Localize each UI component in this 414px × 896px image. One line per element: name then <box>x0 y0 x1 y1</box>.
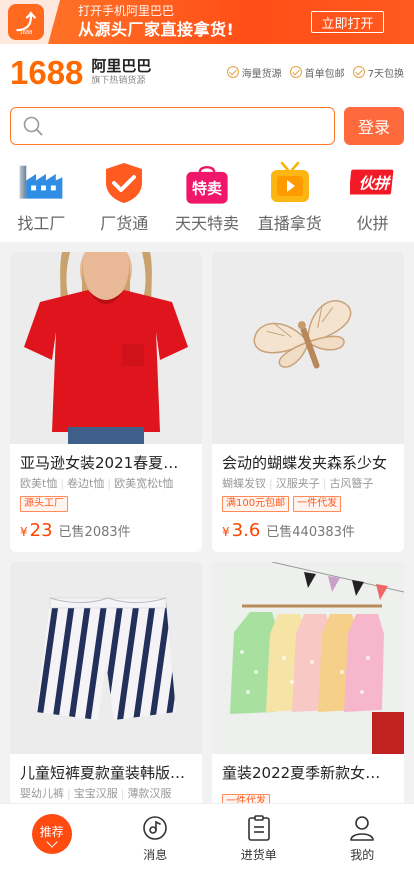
tab-messages[interactable]: 消息 <box>104 804 208 896</box>
sold-count: 已售2083件 <box>58 525 131 540</box>
tab-purchase-list[interactable]: 进货单 <box>207 804 311 896</box>
category-label: 直播拿货 <box>257 214 322 233</box>
badge: 源头工厂 <box>20 496 68 512</box>
product-card[interactable]: 会动的蝴蝶发夹森系少女 蝴蝶发钗汉服夹子古风簪子 满100元包邮 一件代发 ¥ … <box>212 252 404 552</box>
category-nav: 找工厂 厂货通 特卖 天天特卖 直播拿货 伙拼 伙拼 <box>0 152 414 242</box>
category-live[interactable]: 直播拿货 <box>248 160 331 242</box>
feature-item: 7天包换 <box>352 65 404 80</box>
category-label: 厂货通 <box>100 214 149 233</box>
bottom-tab-bar: 推荐 消息 进货单 我的 <box>0 803 414 896</box>
brand-logo[interactable]: 1688 <box>10 56 83 89</box>
shield-check-icon <box>101 160 147 206</box>
shopping-bag-icon: 特卖 <box>184 160 230 206</box>
tab-recommend[interactable]: 推荐 <box>0 804 104 896</box>
category-label: 伙拼 <box>356 214 389 233</box>
tab-label: 消息 <box>143 848 168 862</box>
product-image[interactable] <box>212 252 404 444</box>
group-buy-icon: 伙拼 <box>349 160 396 206</box>
brand-tagline: 旗下热销货源 <box>91 76 146 86</box>
search-icon <box>23 116 43 136</box>
svg-text:特卖: 特卖 <box>192 179 222 197</box>
search-input[interactable] <box>51 111 334 141</box>
tab-me[interactable]: 我的 <box>311 804 414 896</box>
sold-count: 已售440383件 <box>266 525 355 540</box>
app-logo-icon: ⤴ 1688 <box>8 4 44 40</box>
open-app-button[interactable]: 立即打开 <box>311 11 384 33</box>
badge: 满100元包邮 <box>222 496 290 512</box>
category-daily-sale[interactable]: 特卖 天天特卖 <box>166 160 249 242</box>
recommend-button[interactable]: 推荐 <box>31 814 72 854</box>
category-group-buy[interactable]: 伙拼 伙拼 <box>331 160 414 242</box>
product-title[interactable]: 儿童短裤夏款童装韩版新款 <box>20 762 192 784</box>
product-badges: 源头工厂 <box>20 496 192 512</box>
category-factory[interactable]: 找工厂 <box>0 160 83 242</box>
price-row: ¥ 23 已售2083件 <box>20 520 192 541</box>
badge: 一件代发 <box>293 496 342 512</box>
search-box[interactable] <box>10 107 335 145</box>
check-circle-icon <box>289 66 302 78</box>
search-bar: 登录 <box>0 100 414 152</box>
product-title[interactable]: 会动的蝴蝶发夹森系少女 <box>222 452 394 474</box>
product-card[interactable]: 亚马逊女装2021春夏新款 欧美t恤卷边t恤欧美宽松t恤 源头工厂 ¥ 23 已… <box>10 252 202 552</box>
product-image[interactable] <box>10 252 202 444</box>
message-icon <box>135 812 175 844</box>
product-title[interactable]: 亚马逊女装2021春夏新款 <box>20 452 192 474</box>
category-label: 天天特卖 <box>174 214 239 233</box>
product-badges: 满100元包邮 一件代发 <box>222 496 394 512</box>
tv-live-icon <box>267 160 313 206</box>
product-price: 23 <box>29 520 53 541</box>
product-title[interactable]: 童装2022夏季新款女童连衣裙 <box>222 762 394 784</box>
product-tags: 欧美t恤卷边t恤欧美宽松t恤 <box>20 476 192 492</box>
currency-symbol: ¥ <box>20 525 28 539</box>
product-tags: 婴幼儿裤宝宝汉服薄款汉服 <box>20 786 192 802</box>
user-icon <box>342 812 382 844</box>
tab-label: 我的 <box>350 848 375 862</box>
product-grid: 亚马逊女装2021春夏新款 欧美t恤卷边t恤欧美宽松t恤 源头工厂 ¥ 23 已… <box>10 252 404 862</box>
product-price: 3.6 <box>231 520 261 541</box>
feature-list: 海量货源 首单包邮 7天包换 <box>226 65 404 80</box>
svg-text:伙拼: 伙拼 <box>358 175 391 193</box>
app-promo-banner[interactable]: ⤴ 1688 打开手机阿里巴巴 从源头厂家直接拿货! 立即打开 <box>0 0 414 44</box>
check-circle-icon <box>226 66 239 78</box>
feature-item: 海量货源 <box>226 65 282 80</box>
feature-item: 首单包邮 <box>289 65 345 80</box>
product-tags: 蝴蝶发钗汉服夹子古风簪子 <box>222 476 394 492</box>
factory-icon <box>18 160 64 206</box>
product-image[interactable] <box>212 562 404 754</box>
clipboard-icon <box>239 812 279 844</box>
site-header: 1688 阿里巴巴 旗下热销货源 海量货源 首单包邮 7天包换 <box>0 44 414 100</box>
promo-subtitle: 打开手机阿里巴巴 <box>78 4 175 18</box>
brand-text: 阿里巴巴 旗下热销货源 <box>91 57 151 87</box>
price-row: ¥ 3.6 已售440383件 <box>222 520 394 541</box>
currency-symbol: ¥ <box>222 525 230 539</box>
category-label: 找工厂 <box>17 214 66 233</box>
category-factory-goods[interactable]: 厂货通 <box>83 160 166 242</box>
promo-text: 打开手机阿里巴巴 从源头厂家直接拿货! <box>78 3 234 41</box>
promo-title: 从源头厂家直接拿货! <box>78 20 235 39</box>
login-button[interactable]: 登录 <box>344 107 404 145</box>
check-circle-icon <box>352 66 365 78</box>
brand-name: 阿里巴巴 <box>91 57 152 75</box>
tab-label: 进货单 <box>240 848 277 862</box>
product-image[interactable] <box>10 562 202 754</box>
